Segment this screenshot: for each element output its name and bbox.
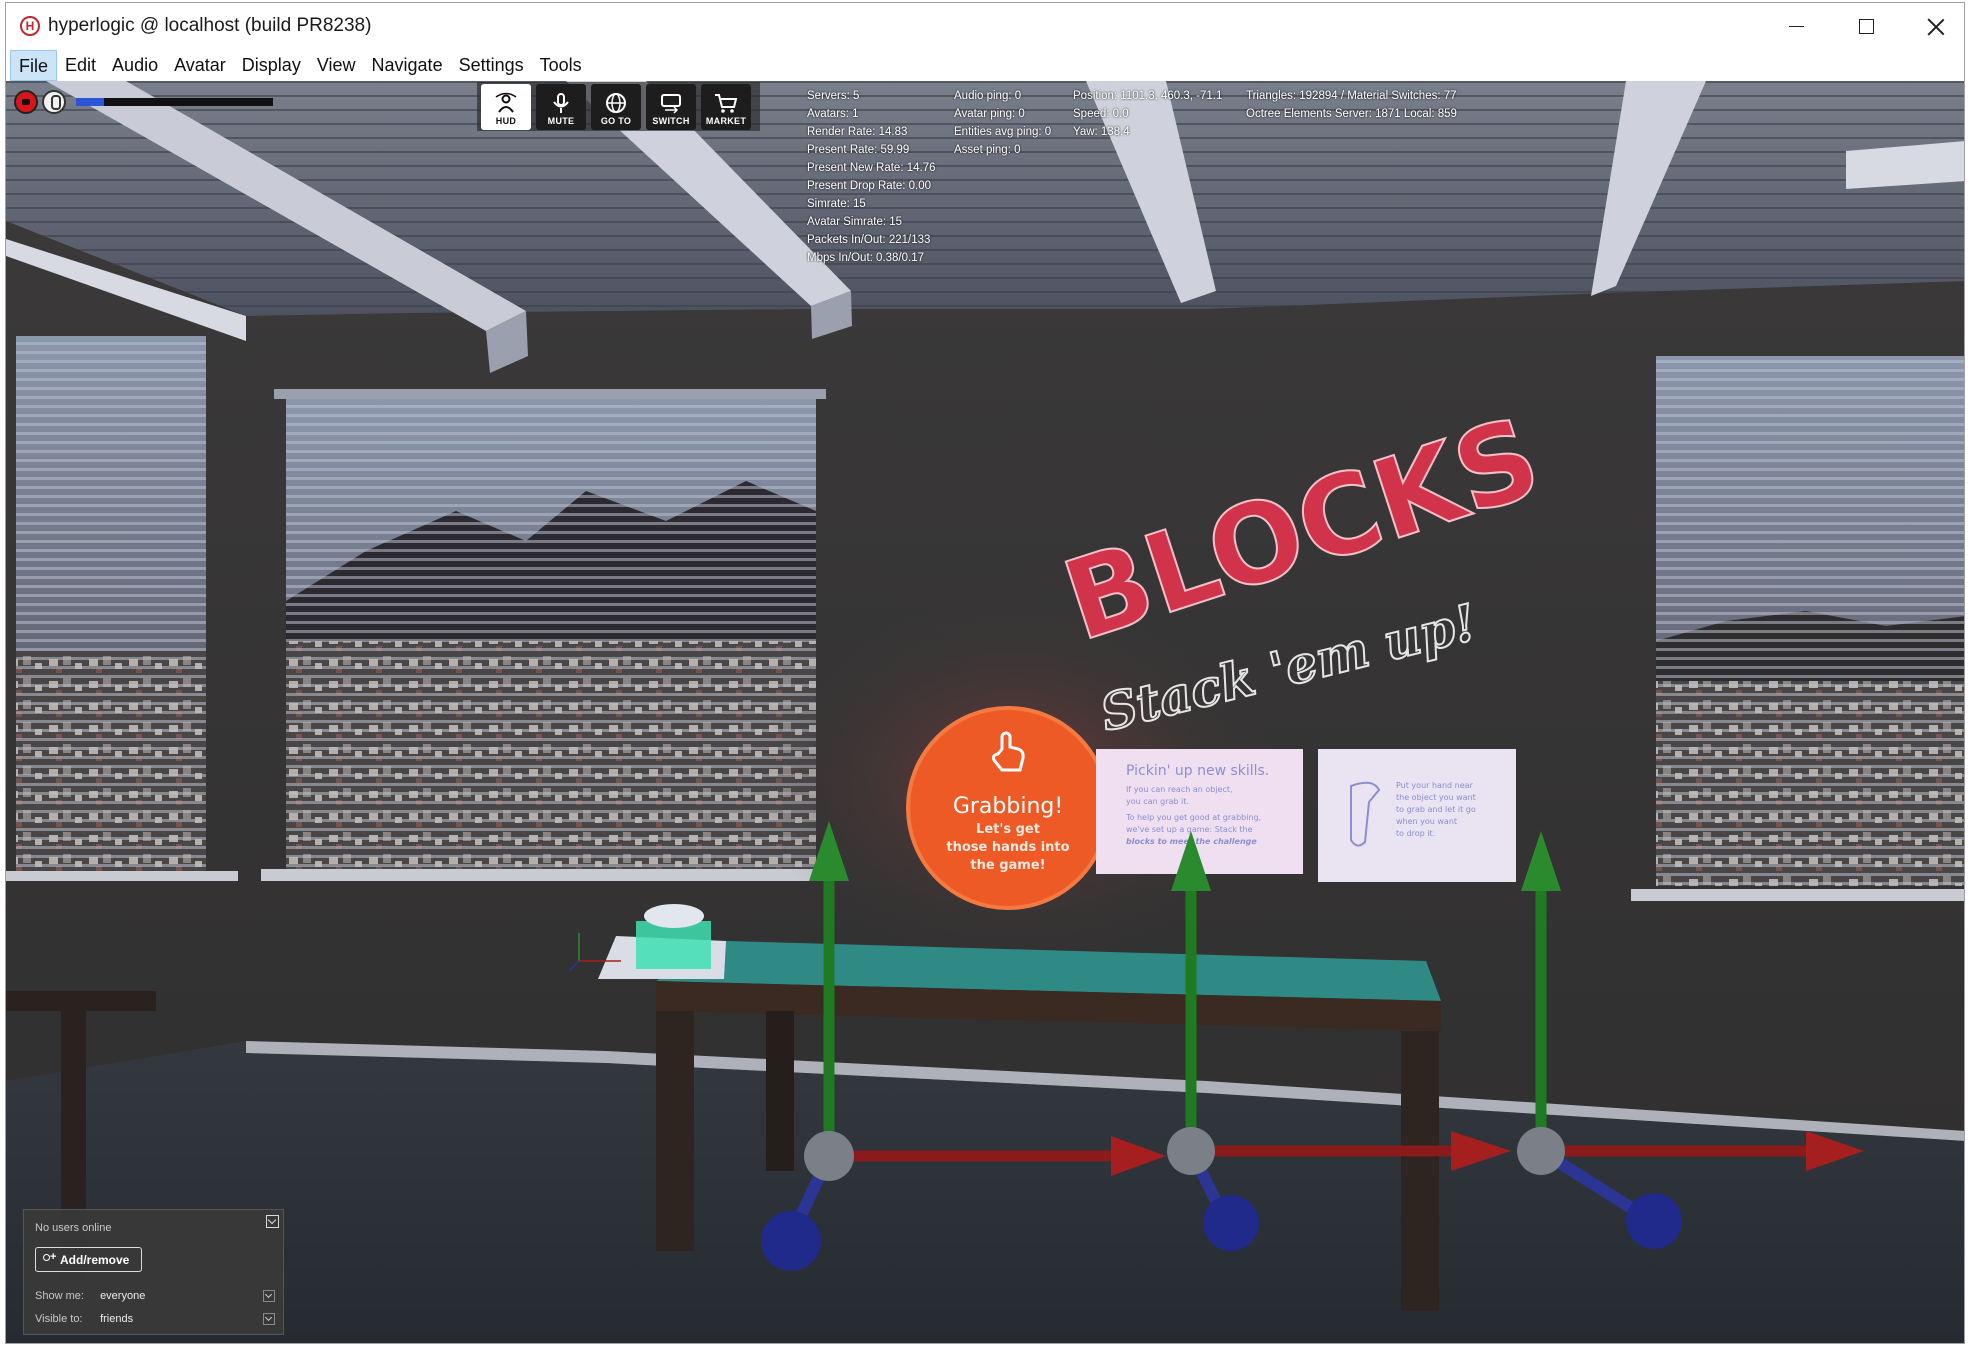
stat-line: Audio ping: 0 [954,90,1022,102]
users-online-panel: No users online Add/remove Show me: ever… [23,1209,284,1335]
hud-toolbar: HUD MUTE GO TO SWITCH MARKET [477,82,760,131]
stat-line: Octree Elements Server: 1871 Local: 859 [1246,108,1457,120]
mute-button-label: MUTE [547,116,575,126]
microphone-icon[interactable] [42,90,66,114]
market-button-label: MARKET [705,116,747,126]
stats-render: Triangles: 192894 / Material Switches: 7… [1246,87,1457,123]
visible-to-value: friends [100,1313,134,1325]
stat-line: Present Drop Rate: 0.00 [807,180,932,192]
card2-line-5: to drop it. [1396,829,1435,838]
3d-viewport[interactable]: BLOCKS Stack 'em up! Grabbing! Let's get… [6,81,1964,1343]
globe-icon [606,93,626,113]
stats-ping: Audio ping: 0 Avatar ping: 0 Entities av… [954,87,1051,159]
stat-line: Entities avg ping: 0 [954,126,1052,138]
card1-title: Pickin' up new skills. [1126,763,1269,779]
maximize-button[interactable] [1831,3,1901,50]
badge-line-2: those hands into [946,840,1069,855]
cart-icon [715,94,738,113]
show-me-label: Show me: [35,1290,84,1302]
minimize-icon [1788,26,1804,27]
badge-line-3: the game! [970,858,1045,873]
stats-position: Position: 1101.3, 460.3, -71.1 Speed: 0.… [1073,87,1222,141]
minimize-button[interactable] [1761,3,1831,50]
stat-line: Speed: 0.0 [1073,108,1129,120]
goto-button[interactable]: GO TO [591,84,641,130]
app-logo-icon: H [20,16,40,36]
show-me-select[interactable]: Show me: everyone [35,1290,275,1302]
stat-line: Avatar Simrate: 15 [807,216,903,228]
stat-line: Packets In/Out: 221/133 [807,234,931,246]
title-bar[interactable]: H hyperlogic @ localhost (build PR8238) [6,3,1964,50]
card1-line-1: If you can reach an object, [1126,785,1233,794]
show-me-value: everyone [100,1290,146,1302]
audio-level-meter [76,98,273,106]
stat-line: Avatars: 1 [807,108,859,120]
card2-line-4: when you want [1396,817,1457,826]
close-icon [1927,18,1945,36]
menu-display[interactable]: Display [234,50,309,81]
stat-line: Position: 1101.3, 460.3, -71.1 [1073,90,1223,102]
avatar-status-icon[interactable] [14,90,38,114]
stat-line: Present Rate: 59.99 [807,144,910,156]
add-remove-users-button[interactable]: Add/remove [35,1247,142,1272]
card2-line-1: Put your hand near [1396,781,1474,790]
menu-file[interactable]: File [10,50,58,81]
hud-button-label: HUD [495,116,517,126]
chevron-down-icon [263,1290,275,1302]
stat-line: Servers: 5 [807,90,860,102]
stat-line: Asset ping: 0 [954,144,1021,156]
switch-button[interactable]: SWITCH [646,84,696,130]
menu-settings[interactable]: Settings [451,50,532,81]
stat-line: Yaw: 138.4 [1073,126,1130,138]
users-online-status: No users online [35,1222,112,1234]
stat-line: Simrate: 15 [807,198,866,210]
window-title: hyperlogic @ localhost (build PR8238) [48,15,372,36]
hud-button[interactable]: HUD [481,84,531,130]
collapse-chevron-icon[interactable] [266,1215,279,1228]
hud-status [14,90,273,114]
add-user-icon [42,1251,56,1266]
maximize-icon [1858,19,1874,34]
stat-line: Render Rate: 14.83 [807,126,908,138]
close-button[interactable] [1901,3,1964,50]
card2-line-2: the object you want [1396,793,1476,802]
switch-icon [661,94,681,114]
card2-line-3: to grab and let it go [1396,805,1476,814]
3d-scene: BLOCKS Stack 'em up! Grabbing! Let's get… [6,81,1964,1343]
card1-line-2: you can grab it. [1126,797,1189,806]
hud-icon [495,92,517,113]
stats-network: Servers: 5 Avatars: 1 Render Rate: 14.83… [807,87,936,267]
visible-to-select[interactable]: Visible to: friends [35,1313,275,1325]
goto-button-label: GO TO [600,116,632,126]
app-window: H hyperlogic @ localhost (build PR8238) … [5,2,1965,1344]
menu-audio[interactable]: Audio [104,50,166,81]
market-button[interactable]: MARKET [701,84,751,130]
menu-edit[interactable]: Edit [57,50,104,81]
badge-line-1: Let's get [976,822,1040,837]
stat-line: Triangles: 192894 / Material Switches: 7… [1246,90,1457,102]
menu-view[interactable]: View [309,50,364,81]
mic-icon [553,93,569,113]
menu-avatar[interactable]: Avatar [166,50,234,81]
card1-line-4: we've set up a game: Stack the [1126,825,1253,834]
stat-line: Mbps In/Out: 0.38/0.17 [807,252,924,264]
visible-to-label: Visible to: [35,1313,83,1325]
mute-button[interactable]: MUTE [536,84,586,130]
chevron-down-icon [263,1313,275,1325]
stat-line: Present New Rate: 14.76 [807,162,936,174]
menu-tools[interactable]: Tools [532,50,590,81]
menu-bar: File Edit Audio Avatar Display View Navi… [6,50,1964,81]
card1-line-3: To help you get good at grabbing, [1125,813,1261,822]
switch-button-label: SWITCH [652,116,690,126]
badge-title: Grabbing! [953,794,1063,819]
add-remove-label: Add/remove [60,1252,130,1267]
stat-line: Avatar ping: 0 [954,108,1025,120]
audio-level-fill [76,98,104,106]
menu-navigate[interactable]: Navigate [364,50,451,81]
